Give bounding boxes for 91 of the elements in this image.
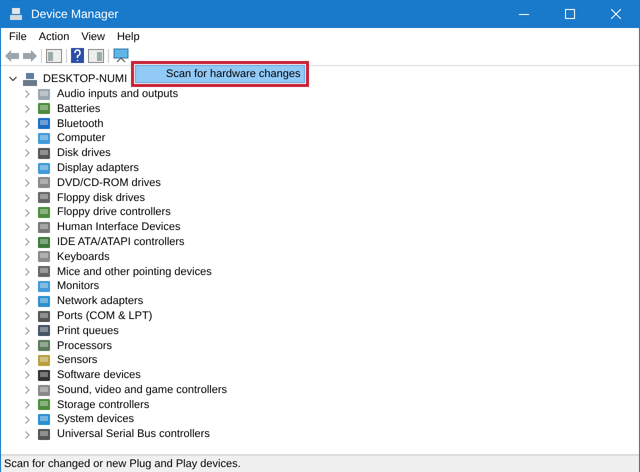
expand-chevron-icon[interactable] bbox=[23, 326, 31, 335]
device-icon bbox=[37, 339, 51, 352]
device-icon bbox=[37, 117, 51, 130]
forward-arrow-icon[interactable] bbox=[23, 50, 37, 62]
device-icon bbox=[37, 368, 51, 382]
tree-item[interactable]: Universal Serial Bus controllers bbox=[57, 426, 210, 443]
expand-chevron-icon[interactable] bbox=[23, 252, 31, 261]
tree-item[interactable]: Network adapters bbox=[57, 293, 144, 310]
device-icon bbox=[37, 265, 51, 278]
expand-chevron-icon[interactable] bbox=[23, 208, 31, 217]
tree-item[interactable]: Processors bbox=[57, 338, 112, 354]
computer-icon bbox=[23, 72, 37, 86]
tree-item[interactable]: Print queues bbox=[57, 322, 119, 340]
expand-chevron-icon[interactable] bbox=[23, 149, 31, 158]
device-icon bbox=[37, 146, 51, 160]
tree-item[interactable]: Floppy disk drives bbox=[57, 190, 146, 206]
expand-chevron-icon[interactable] bbox=[23, 120, 31, 128]
menu-item[interactable]: File bbox=[3, 28, 33, 46]
expand-chevron-icon[interactable] bbox=[23, 342, 31, 350]
expand-chevron-icon[interactable] bbox=[23, 297, 31, 306]
tree-item[interactable]: Sound, video and game controllers bbox=[57, 382, 227, 398]
expand-chevron-icon[interactable] bbox=[23, 238, 31, 246]
device-icon bbox=[37, 191, 51, 204]
device-icon bbox=[37, 354, 51, 368]
device-icon bbox=[37, 206, 51, 220]
expand-chevron-icon[interactable] bbox=[23, 430, 31, 439]
device-icon bbox=[37, 280, 51, 294]
expand-chevron-icon[interactable] bbox=[23, 134, 31, 143]
properties-icon[interactable] bbox=[88, 48, 104, 62]
device-icon bbox=[37, 398, 51, 412]
app-icon bbox=[9, 7, 23, 21]
menu-item[interactable]: Help bbox=[110, 28, 146, 46]
tree-item[interactable]: IDE ATA/ATAPI controllers bbox=[57, 234, 185, 250]
expand-chevron-icon[interactable] bbox=[23, 371, 31, 380]
tree-item[interactable]: Disk drives bbox=[57, 145, 111, 162]
pane-icon[interactable] bbox=[46, 48, 62, 62]
expand-chevron-icon[interactable] bbox=[23, 416, 31, 424]
device-icon bbox=[37, 384, 51, 397]
back-arrow-icon[interactable] bbox=[5, 50, 19, 62]
tree-item[interactable]: Display adapters bbox=[57, 160, 139, 176]
expand-chevron-icon[interactable] bbox=[23, 268, 31, 276]
expand-chevron-icon[interactable] bbox=[23, 356, 31, 365]
expand-chevron-icon[interactable] bbox=[23, 90, 31, 98]
expand-chevron-icon[interactable] bbox=[23, 164, 31, 172]
expand-chevron-icon[interactable] bbox=[23, 282, 31, 291]
tree-item[interactable]: Floppy drive controllers bbox=[57, 204, 171, 221]
expand-chevron-icon[interactable] bbox=[23, 194, 31, 202]
expand-chevron-icon[interactable] bbox=[23, 386, 31, 394]
device-icon bbox=[37, 132, 51, 146]
menu-item[interactable]: View bbox=[75, 28, 111, 46]
device-icon bbox=[37, 88, 51, 101]
tree-item[interactable]: Storage controllers bbox=[57, 396, 150, 414]
menu-item[interactable]: Action bbox=[32, 28, 76, 46]
device-icon bbox=[37, 102, 51, 116]
device-icon bbox=[37, 220, 51, 234]
status-text: Scan for changed or new Plug and Play devices. bbox=[4, 456, 241, 472]
maximize-icon bbox=[565, 9, 575, 19]
tree-item[interactable]: Batteries bbox=[57, 100, 100, 118]
device-icon bbox=[37, 236, 51, 249]
device-icon bbox=[37, 250, 51, 264]
window-title: Device Manager bbox=[31, 6, 118, 23]
tree-item[interactable]: Mice and other pointing devices bbox=[57, 264, 212, 280]
tree-item[interactable]: Sensors bbox=[57, 352, 98, 369]
tree-item[interactable]: Monitors bbox=[57, 278, 100, 295]
device-icon bbox=[37, 413, 51, 426]
tree-item[interactable]: Keyboards bbox=[57, 248, 110, 266]
device-icon bbox=[37, 310, 51, 323]
help-icon[interactable] bbox=[71, 48, 84, 63]
expand-chevron-icon[interactable] bbox=[23, 400, 31, 409]
tree-item[interactable]: System devices bbox=[57, 411, 134, 428]
menu-item[interactable]: Scan for hardware changes bbox=[135, 65, 305, 83]
close-icon bbox=[611, 9, 621, 19]
expand-chevron-icon[interactable] bbox=[23, 223, 31, 232]
tree-item[interactable]: Ports (COM & LPT) bbox=[57, 308, 152, 324]
expand-chevron-icon[interactable] bbox=[23, 104, 31, 113]
device-icon bbox=[37, 176, 51, 190]
tree-item[interactable]: Software devices bbox=[57, 367, 141, 384]
tree-item[interactable]: Human Interface Devices bbox=[57, 219, 180, 236]
device-icon bbox=[37, 294, 51, 308]
collapse-chevron-icon[interactable] bbox=[9, 75, 17, 84]
tree-item[interactable]: Computer bbox=[57, 130, 106, 147]
device-icon bbox=[37, 428, 51, 442]
expand-chevron-icon[interactable] bbox=[23, 312, 31, 320]
tree-item[interactable]: DESKTOP-NUMI bbox=[43, 71, 128, 88]
device-icon bbox=[37, 324, 51, 338]
tree-item[interactable]: DVD/CD-ROM drives bbox=[57, 174, 161, 192]
tree-item[interactable]: Bluetooth bbox=[57, 116, 104, 132]
tree-item[interactable]: Audio inputs and outputs bbox=[57, 86, 178, 102]
expand-chevron-icon[interactable] bbox=[23, 178, 31, 187]
monitor-icon[interactable] bbox=[113, 48, 129, 63]
device-icon bbox=[37, 162, 51, 175]
